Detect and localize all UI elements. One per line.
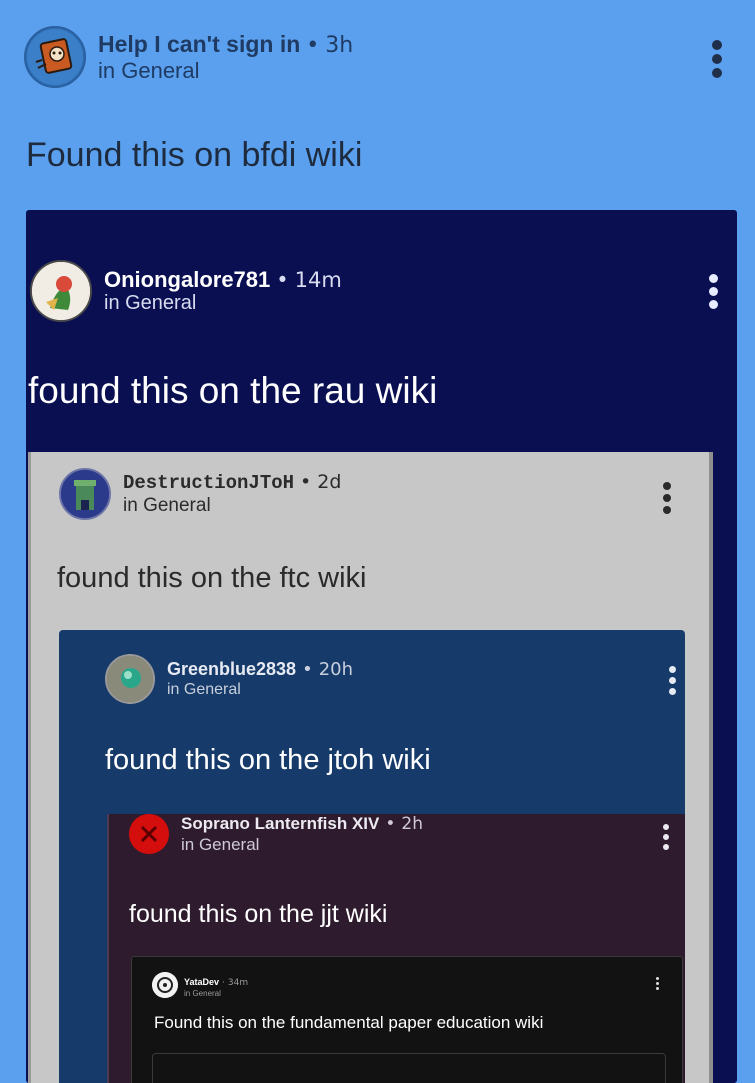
separator-dot: · — [222, 978, 225, 988]
post-title: found this on the rau wiki — [28, 370, 438, 411]
post-time: 2h — [401, 814, 423, 834]
post-title: found this on the jtoh wiki — [105, 744, 431, 776]
separator-dot: • — [306, 32, 320, 58]
post-title: Found this on bfdi wiki — [26, 136, 363, 174]
post-title: found this on the ftc wiki — [57, 562, 367, 594]
post-title: Found this on the fundamental paper educ… — [154, 1013, 544, 1032]
post-category[interactable]: in General — [167, 681, 353, 699]
author-avatar[interactable] — [59, 468, 111, 520]
separator-dot: • — [300, 470, 312, 493]
post-time: 14m — [294, 267, 342, 292]
author-name[interactable]: Help I can't sign in — [98, 31, 300, 57]
red-circle-avatar-icon — [129, 814, 169, 855]
author-avatar[interactable] — [152, 971, 178, 998]
post-title: found this on the jjt wiki — [129, 900, 388, 928]
post-header: DestructionJToH • 2d in General — [59, 468, 341, 520]
more-options-icon[interactable] — [712, 40, 722, 78]
embedded-screenshot[interactable]: Greenblue2838 • 20h in General found this … — [59, 630, 685, 1083]
book-avatar-icon — [27, 29, 83, 85]
post-category[interactable]: in General — [181, 835, 423, 855]
author-avatar[interactable] — [105, 654, 155, 704]
embedded-screenshot[interactable]: Soprano Lanternfish XIV • 2h in General fo… — [107, 814, 685, 1083]
post-header: Greenblue2838 • 20h in General — [105, 654, 353, 704]
embedded-content-box — [152, 1053, 666, 1083]
post-time: 2d — [317, 470, 342, 493]
post-category[interactable]: in General — [184, 989, 248, 998]
more-options-icon[interactable] — [663, 482, 671, 514]
author-name[interactable]: Greenblue2838 — [167, 659, 296, 679]
author-name[interactable]: Oniongalore781 — [104, 267, 270, 292]
more-options-icon[interactable] — [656, 977, 659, 990]
character-avatar-icon — [32, 262, 90, 320]
embedded-screenshot[interactable]: Oniongalore781 • 14m in General found this… — [26, 210, 737, 1083]
separator-dot: • — [302, 658, 313, 680]
post-time: 20h — [318, 658, 354, 680]
post-category[interactable]: in General — [104, 292, 342, 315]
post-header: YataDev · 34m in General — [152, 971, 248, 999]
sketch-avatar-icon — [152, 971, 178, 998]
separator-dot: • — [385, 814, 396, 834]
tower-avatar-icon — [61, 470, 109, 518]
embedded-screenshot[interactable]: DestructionJToH • 2d in General found this… — [28, 452, 713, 1083]
embedded-screenshot[interactable]: YataDev · 34m in General Found this on the… — [131, 956, 683, 1083]
more-options-icon[interactable] — [709, 274, 718, 309]
post-time: 34m — [227, 978, 249, 988]
separator-dot: • — [276, 267, 289, 292]
author-avatar[interactable] — [129, 814, 169, 855]
author-name[interactable]: DestructionJToH — [123, 472, 294, 494]
author-name[interactable]: YataDev — [184, 977, 219, 987]
author-avatar[interactable] — [30, 260, 92, 322]
author-avatar[interactable] — [24, 26, 86, 88]
post-category[interactable]: in General — [123, 495, 341, 517]
author-name[interactable]: Soprano Lanternfish XIV — [181, 814, 379, 833]
post-header: Oniongalore781 • 14m in General — [30, 260, 342, 322]
more-options-icon[interactable] — [663, 824, 669, 850]
more-options-icon[interactable] — [669, 666, 676, 695]
post-header: Soprano Lanternfish XIV • 2h in General — [129, 814, 423, 855]
post-header: Help I can't sign in • 3h in General — [24, 26, 353, 88]
post-category[interactable]: in General — [98, 58, 353, 83]
post-time: 3h — [325, 32, 354, 58]
planet-avatar-icon — [107, 656, 153, 702]
